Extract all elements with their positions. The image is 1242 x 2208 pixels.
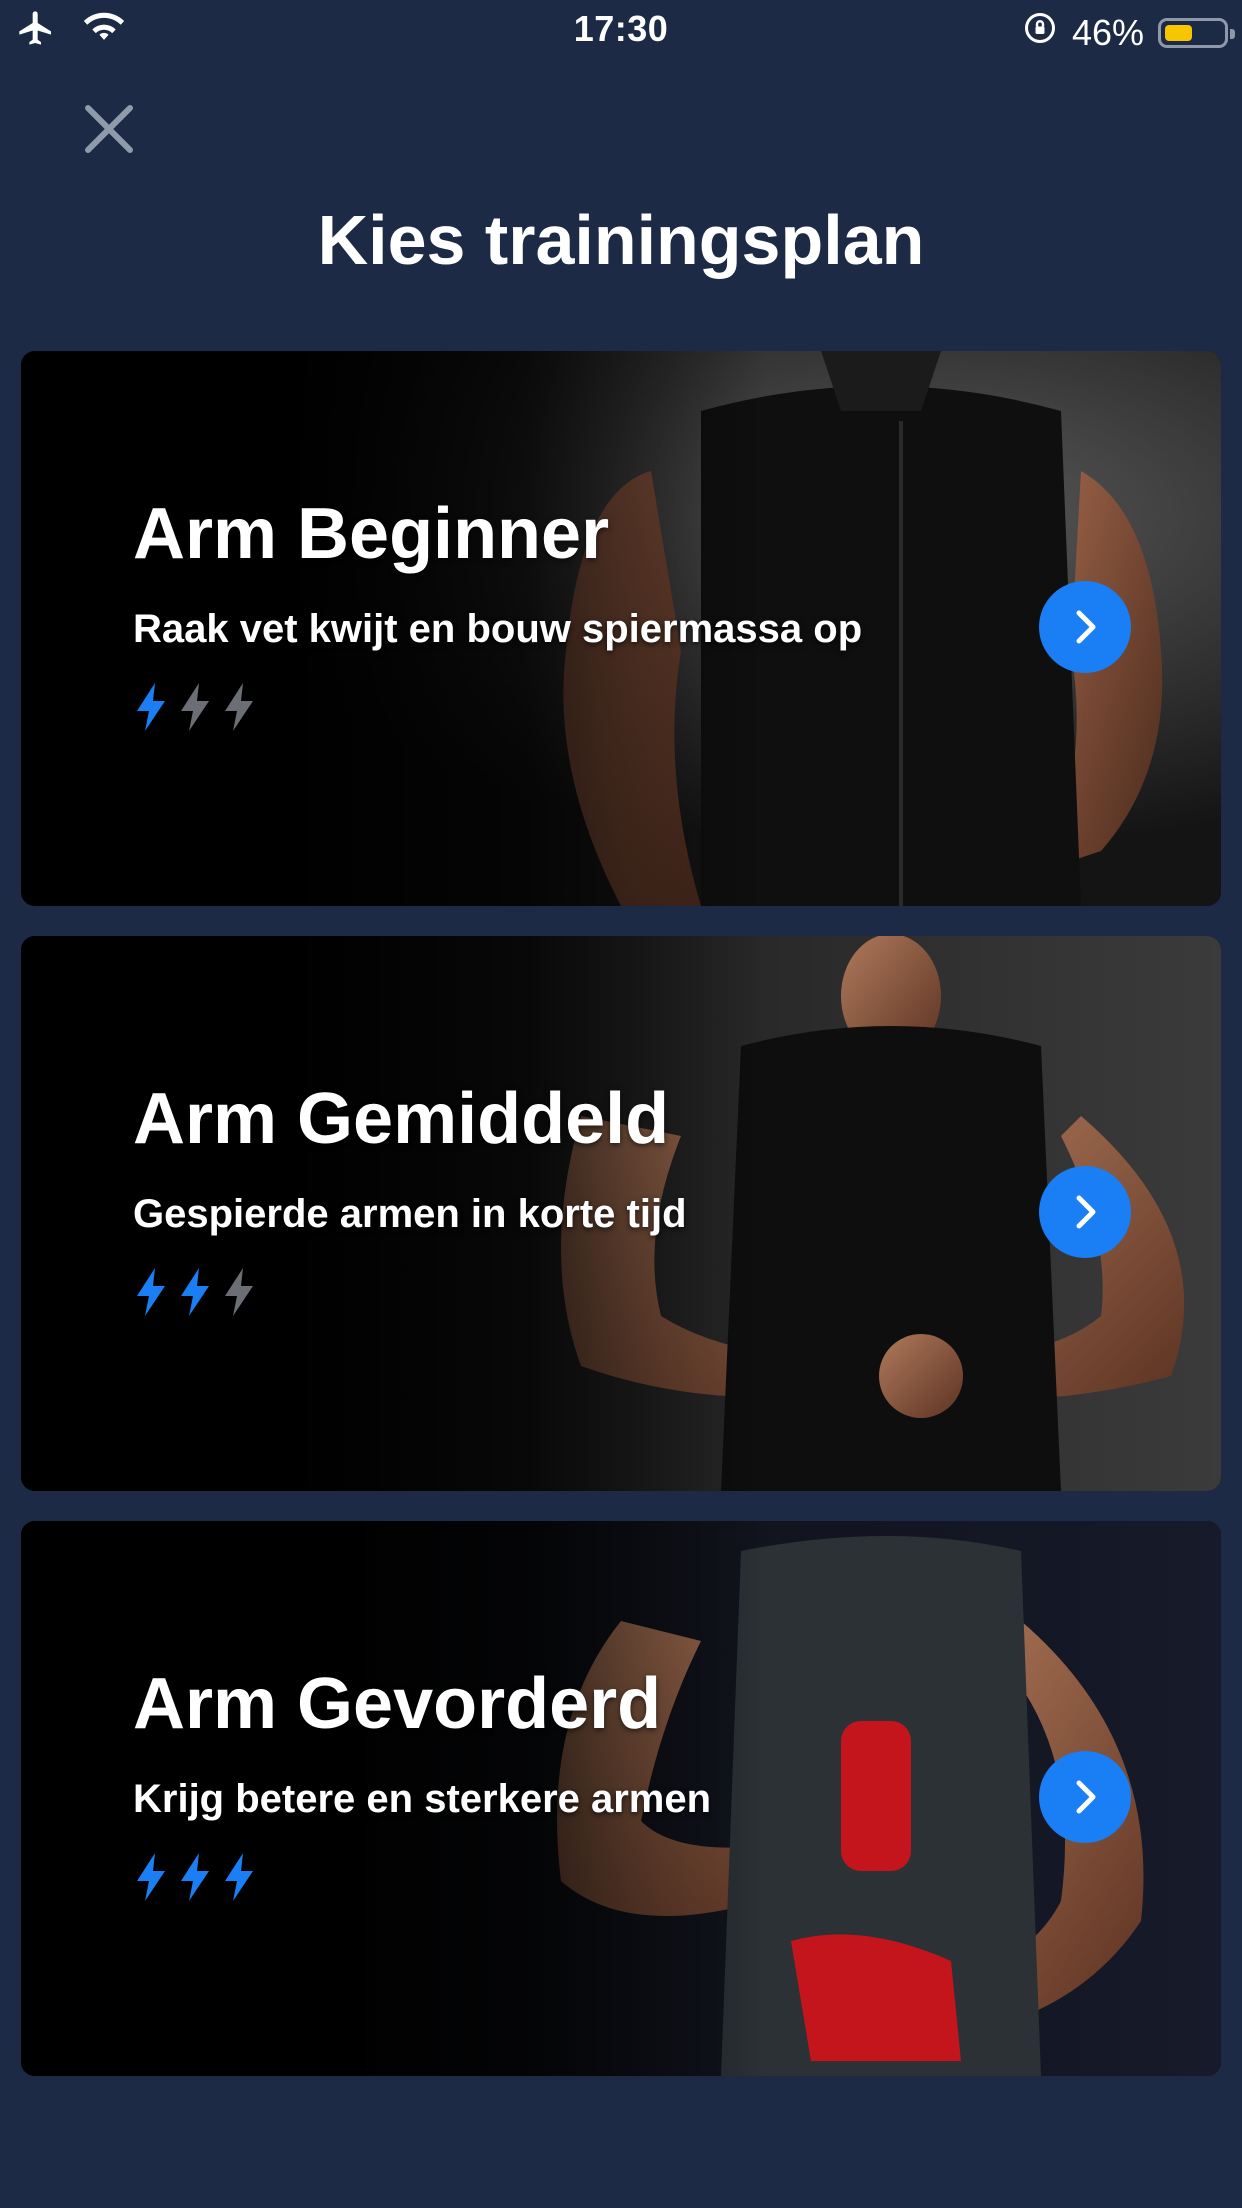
bolt-icon	[181, 683, 209, 731]
plan-subtitle: Gespierde armen in korte tijd	[133, 1192, 687, 1236]
chevron-right-icon	[1076, 1195, 1096, 1229]
difficulty-rating	[131, 1853, 259, 1901]
bolt-icon	[137, 1853, 165, 1901]
battery-percent: 46%	[1071, 11, 1144, 53]
plan-card-beginner[interactable]: Arm Beginner Raak vet kwijt en bouw spie…	[21, 351, 1221, 906]
bolt-icon	[225, 683, 253, 731]
plan-card-intermediate[interactable]: Arm Gemiddeld Gespierde armen in korte t…	[21, 936, 1221, 1491]
status-right: 46%	[1022, 10, 1235, 55]
page-title: Kies trainingsplan	[317, 201, 925, 279]
bolt-icon	[137, 683, 165, 731]
open-plan-button[interactable]	[1039, 1166, 1131, 1258]
orientation-lock-icon	[1022, 10, 1058, 55]
bolt-icon	[137, 1268, 165, 1316]
bolt-icon	[181, 1268, 209, 1316]
status-bar: 17:30 46%	[0, 0, 1242, 62]
open-plan-button[interactable]	[1039, 1751, 1131, 1843]
difficulty-rating	[131, 683, 259, 731]
bolt-icon	[225, 1853, 253, 1901]
chevron-right-icon	[1076, 610, 1096, 644]
plan-title: Arm Beginner	[133, 494, 610, 574]
chevron-right-icon	[1076, 1780, 1096, 1814]
plan-title: Arm Gemiddeld	[133, 1079, 670, 1159]
plan-card-advanced[interactable]: Arm Gevorderd Krijg betere en sterkere a…	[21, 1521, 1221, 2076]
close-icon	[85, 105, 133, 153]
difficulty-rating	[131, 1268, 259, 1316]
bolt-icon	[225, 1268, 253, 1316]
battery-icon	[1158, 17, 1235, 48]
plan-subtitle: Raak vet kwijt en bouw spiermassa op	[133, 607, 863, 651]
bolt-icon	[181, 1853, 209, 1901]
plan-subtitle: Krijg betere en sterkere armen	[133, 1777, 712, 1821]
plan-title: Arm Gevorderd	[133, 1664, 662, 1744]
close-button[interactable]	[82, 102, 136, 156]
open-plan-button[interactable]	[1039, 581, 1131, 673]
